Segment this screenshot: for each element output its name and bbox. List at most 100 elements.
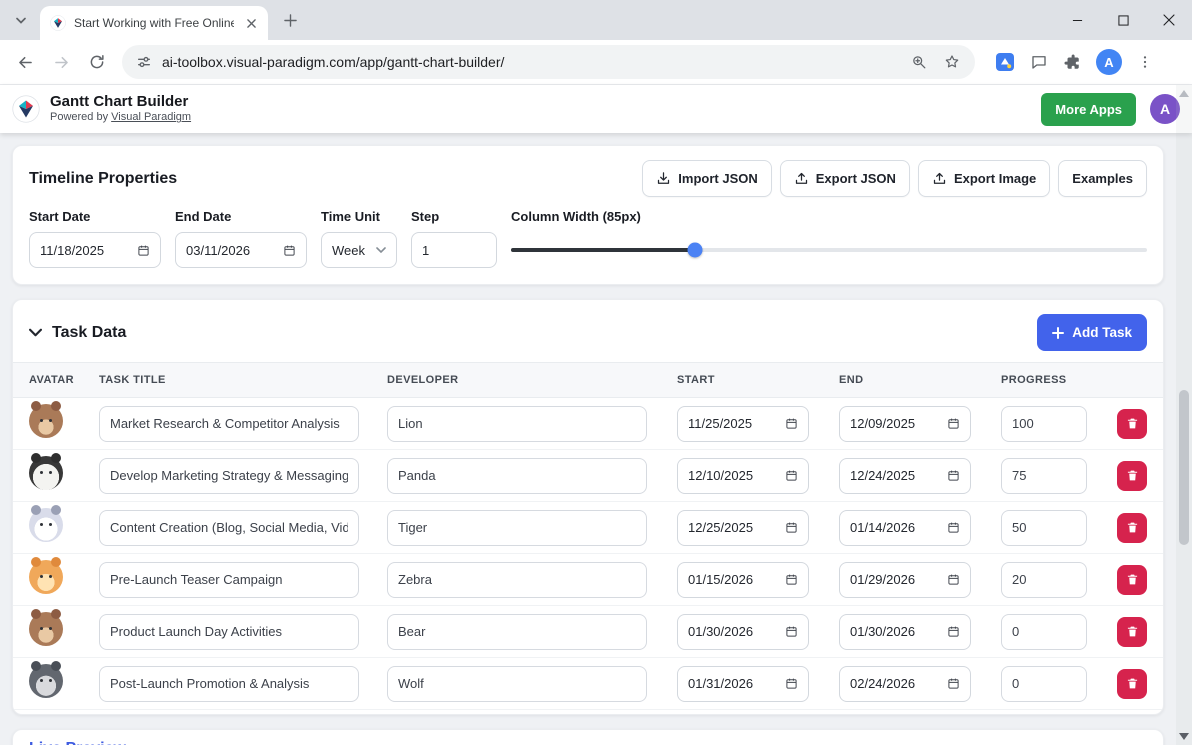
progress-input[interactable] [1001,614,1087,650]
import-icon [656,171,671,186]
trash-icon [1126,625,1139,638]
row-start-date-input[interactable]: 01/31/2026 [677,666,809,702]
calendar-icon [947,469,960,482]
row-start-date-input[interactable]: 11/25/2025 [677,406,809,442]
examples-button[interactable]: Examples [1058,160,1147,197]
time-unit-select[interactable]: Week [321,232,397,268]
export-json-button[interactable]: Export JSON [780,160,910,197]
slider-track[interactable] [511,248,1147,252]
row-end-date-input[interactable]: 01/14/2026 [839,510,971,546]
step-input[interactable] [422,243,486,258]
back-button[interactable] [8,45,42,79]
row-end-date-input[interactable]: 12/09/2025 [839,406,971,442]
reload-button[interactable] [80,45,114,79]
chevron-down-icon [376,247,386,253]
forward-button[interactable] [44,45,78,79]
arrow-left-icon [16,53,35,72]
end-date-input[interactable]: 03/11/2026 [175,232,307,268]
progress-input[interactable] [1001,510,1087,546]
minimize-button[interactable] [1054,0,1100,40]
row-start-date-input[interactable]: 01/15/2026 [677,562,809,598]
column-width-slider[interactable] [511,232,1147,268]
avatar-cat-icon[interactable] [29,560,63,594]
extension-blue-button[interactable] [995,52,1015,72]
task-table-header: AVATAR TASK TITLE DEVELOPER START END PR… [13,362,1163,398]
row-start-date-input[interactable]: 12/25/2025 [677,510,809,546]
address-bar[interactable]: ai-toolbox.visual-paradigm.com/app/gantt… [122,45,975,79]
avatar-wolf-icon[interactable] [29,664,63,698]
column-width-label: Column Width (85px) [511,209,1147,224]
developer-input[interactable] [387,614,647,650]
delete-task-button[interactable] [1117,513,1147,543]
row-end-date-input[interactable]: 01/29/2026 [839,562,971,598]
puzzle-icon [1063,53,1081,71]
browser-toolbar: ai-toolbox.visual-paradigm.com/app/gantt… [0,40,1192,85]
avatar-panda-icon[interactable] [29,456,63,490]
extensions-button[interactable] [1063,53,1081,71]
developer-input[interactable] [387,406,647,442]
avatar-bear-icon[interactable] [29,612,63,646]
row-start-date-input[interactable]: 01/30/2026 [677,614,809,650]
bookmark-button[interactable] [943,53,961,71]
import-json-button[interactable]: Import JSON [642,160,771,197]
scroll-up-arrow-icon[interactable] [1179,90,1189,97]
row-start-date-input[interactable]: 12/10/2025 [677,458,809,494]
progress-input[interactable] [1001,406,1087,442]
avatar-tiger-icon[interactable] [29,508,63,542]
row-end-date-input[interactable]: 02/24/2026 [839,666,971,702]
developer-input[interactable] [387,666,647,702]
developer-input[interactable] [387,510,647,546]
calendar-icon [947,417,960,430]
feedback-button[interactable] [1030,53,1048,71]
calendar-icon [785,573,798,586]
delete-task-button[interactable] [1117,461,1147,491]
browser-tab[interactable]: Start Working with Free Online [40,6,268,40]
task-title-input[interactable] [99,458,359,494]
developer-input[interactable] [387,562,647,598]
avatar-bear-icon[interactable] [29,404,63,438]
scrollbar-thumb[interactable] [1179,390,1189,545]
progress-input[interactable] [1001,666,1087,702]
site-info-button[interactable] [136,54,152,70]
tab-close-button[interactable] [242,14,260,32]
timeline-properties-title: Timeline Properties [29,170,177,188]
omnibox-icons [911,53,961,71]
more-apps-button[interactable]: More Apps [1041,93,1136,126]
task-title-input[interactable] [99,614,359,650]
zoom-button[interactable] [911,54,928,71]
app-title-block: Gantt Chart Builder Powered by Visual Pa… [50,93,191,124]
progress-input[interactable] [1001,562,1087,598]
new-tab-button[interactable] [276,6,304,34]
task-title-input[interactable] [99,406,359,442]
slider-thumb[interactable] [688,243,703,258]
calendar-icon [785,625,798,638]
page-scrollbar[interactable] [1176,85,1192,745]
delete-task-button[interactable] [1117,409,1147,439]
delete-task-button[interactable] [1117,669,1147,699]
start-date-input[interactable]: 11/18/2025 [29,232,161,268]
task-title-input[interactable] [99,562,359,598]
row-end-date-input[interactable]: 01/30/2026 [839,614,971,650]
end-date-label: End Date [175,209,307,224]
maximize-button[interactable] [1100,0,1146,40]
chrome-profile-avatar[interactable]: A [1096,49,1122,75]
visual-paradigm-link[interactable]: Visual Paradigm [111,111,191,123]
progress-input[interactable] [1001,458,1087,494]
tab-search-button[interactable] [8,11,34,31]
browser-menu-button[interactable] [1137,54,1153,70]
task-title-input[interactable] [99,510,359,546]
arrow-right-icon [52,53,71,72]
task-title-input[interactable] [99,666,359,702]
add-task-button[interactable]: Add Task [1037,314,1147,351]
export-image-button[interactable]: Export Image [918,160,1050,197]
plus-icon [1052,327,1064,339]
developer-input[interactable] [387,458,647,494]
row-end-date-input[interactable]: 12/24/2025 [839,458,971,494]
close-window-button[interactable] [1146,0,1192,40]
magnifier-plus-icon [911,54,928,71]
scroll-down-arrow-icon[interactable] [1179,733,1189,740]
end-date-field: End Date 03/11/2026 [175,209,307,268]
collapse-task-data-button[interactable] [29,328,42,337]
delete-task-button[interactable] [1117,617,1147,647]
delete-task-button[interactable] [1117,565,1147,595]
